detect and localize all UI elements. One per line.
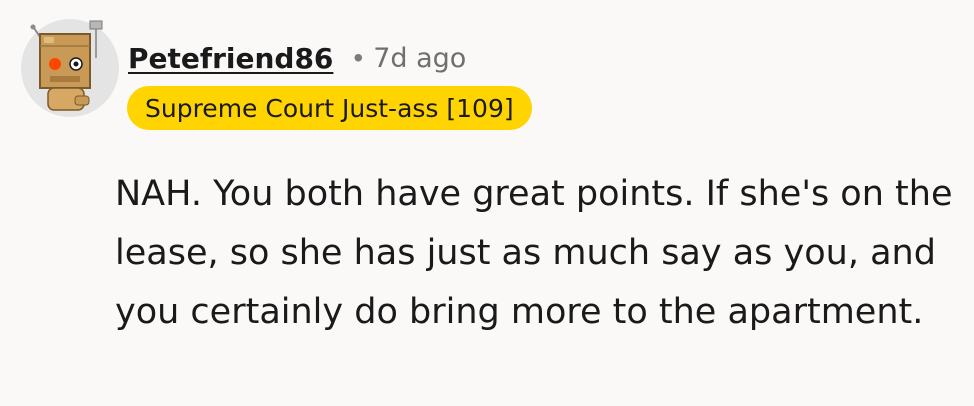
username-link[interactable]: Petefriend86 (128, 42, 333, 75)
snoo-robot-box-avatar-icon (21, 19, 119, 117)
user-flair-badge: Supreme Court Just-ass [109] (127, 86, 532, 130)
comment: Petefriend86 • 7d ago Supreme Court Just… (0, 0, 974, 406)
comment-header: Petefriend86 • 7d ago (128, 36, 466, 80)
user-flair-text: Supreme Court Just-ass [109] (145, 93, 514, 123)
comment-body: NAH. You both have great points. If she'… (115, 174, 953, 332)
separator-dot: • (353, 42, 364, 73)
avatar[interactable] (20, 18, 120, 118)
comment-timestamp[interactable]: 7d ago (373, 43, 466, 74)
